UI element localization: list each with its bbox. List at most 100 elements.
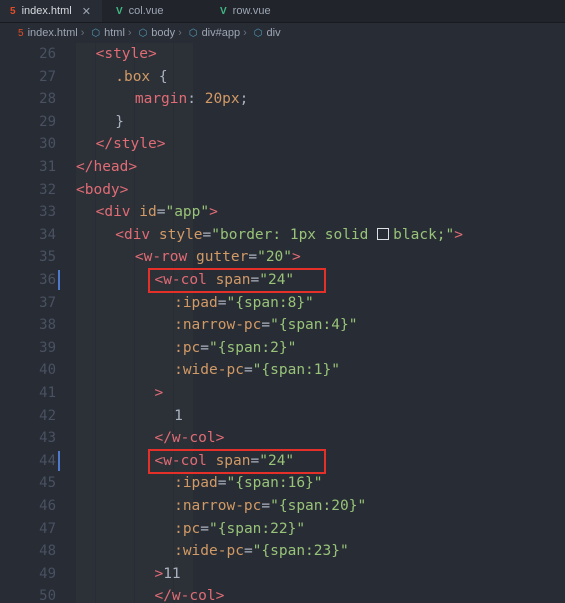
token: "{span:8}" (226, 294, 314, 311)
token: 1 (174, 407, 183, 424)
token: <body> (76, 181, 129, 198)
line-number: 35 (39, 249, 56, 266)
line-number: 45 (39, 475, 56, 492)
tab-row-vue[interactable]: Vrow.vue (210, 0, 310, 22)
chevron-right-icon: › (243, 27, 247, 39)
close-icon[interactable]: ✕ (82, 5, 91, 18)
code-editor[interactable]: 26 <style> 27 .box {28 margin: 20px; 29} 30 </s… (0, 43, 565, 603)
token: "app" (165, 204, 210, 221)
line-number: 32 (39, 181, 56, 198)
code-line[interactable]: 45:ipad="{span:16}" (0, 472, 565, 495)
code-line[interactable]: 26 <style> (0, 43, 565, 66)
code-text: </w-col> (154, 427, 224, 450)
token: :narrow-pc (174, 498, 262, 514)
code-line[interactable]: 42 1 (0, 405, 565, 428)
token: : (187, 91, 205, 108)
code-line[interactable]: 37:ipad="{span:8}" (0, 292, 565, 315)
code-line[interactable]: 50 </w-col> (0, 585, 565, 603)
token: </head> (76, 159, 138, 175)
code-line[interactable]: 46:narrow-pc="{span:20}" (0, 495, 565, 518)
token: :ipad (174, 475, 218, 492)
code-line[interactable]: 40:wide-pc="{span:1}" (0, 359, 565, 382)
token: :wide-pc (174, 362, 244, 379)
code-line[interactable]: 28 margin: 20px; (0, 88, 565, 111)
token: > (292, 249, 301, 266)
token: id (139, 204, 157, 221)
token: 11 (163, 565, 181, 582)
token: > (154, 565, 164, 582)
token: :wide-pc (174, 543, 244, 560)
token: :pc (174, 339, 201, 356)
line-number: 39 (39, 339, 56, 356)
breadcrumb-item[interactable]: ⬡ div#app (185, 27, 240, 39)
code-line[interactable]: 47:pc="{span:22}" (0, 518, 565, 541)
code-text: <w-row gutter="20"> (135, 246, 301, 269)
breadcrumb-item[interactable]: ⬡ body (135, 27, 176, 39)
line-number: 40 (39, 362, 56, 379)
code-line[interactable]: 49 >11 (0, 563, 565, 586)
line-number: 49 (39, 565, 56, 582)
code-line[interactable]: 31 </head> (0, 156, 565, 179)
html5-icon: 5 (10, 5, 16, 17)
code-line[interactable]: 27 .box { (0, 66, 565, 89)
token: margin (134, 91, 188, 108)
element-icon: ⬡ (91, 27, 101, 39)
code-text: </w-col> (154, 585, 224, 603)
chevron-right-icon: › (127, 27, 132, 39)
line-number: 43 (39, 430, 56, 447)
token: :pc (174, 520, 201, 537)
code-text: } (115, 111, 124, 134)
token: 20px (204, 91, 240, 108)
tab-index-html[interactable]: 5 index.html ✕ (0, 0, 102, 22)
annotation-highlight-box (148, 448, 326, 474)
code-line[interactable]: 43 </w-col> (0, 427, 565, 450)
code-text: margin: 20px; (135, 88, 249, 111)
code-text: </head> (76, 156, 137, 179)
token: "20" (257, 249, 293, 266)
line-number: 37 (39, 294, 56, 311)
breadcrumb-item[interactable]: ⬡ div (250, 27, 281, 39)
line-number: 30 (39, 136, 56, 153)
tab-col-vue[interactable]: Vcol.vue (106, 0, 206, 22)
token: "{span:20}" (270, 498, 367, 514)
breadcrumb-item[interactable]: 5 index.html (14, 27, 78, 39)
token: = (243, 543, 253, 560)
chevron-right-icon: › (178, 27, 182, 39)
code-line[interactable]: 32 <body> (0, 179, 565, 202)
breadcrumb-label: body (151, 27, 176, 39)
breadcrumb-item[interactable]: ⬡ html (87, 27, 125, 39)
code-line[interactable]: 34 <div style="border: 1px solid black;"> (0, 224, 565, 247)
token: <w-row (134, 249, 196, 266)
code-text: <style> (96, 43, 157, 66)
element-icon: ⬡ (138, 27, 148, 39)
code-line[interactable]: 33 <div id="app"> (0, 201, 565, 224)
tab-label: row.vue (232, 5, 271, 17)
token: = (202, 226, 212, 243)
line-number: 38 (39, 317, 56, 334)
code-line[interactable]: 48:wide-pc="{span:23}" (0, 540, 565, 563)
vue-icon: V (116, 5, 123, 17)
line-number: 36 (39, 272, 56, 288)
token: "border: 1px solid (211, 226, 378, 243)
line-number: 46 (39, 498, 56, 514)
code-line[interactable]: 35 <w-row gutter="20"> (0, 246, 565, 269)
token: = (248, 249, 258, 266)
code-text: <div id="app"> (96, 201, 218, 224)
code-line[interactable]: 39:pc="{span:2}" (0, 337, 565, 360)
breadcrumb: 5 index.html › ⬡ html › ⬡ body › ⬡ div#app › ⬡ div (0, 23, 565, 43)
code-line[interactable]: 30 </style> (0, 133, 565, 156)
color-swatch-icon[interactable] (377, 227, 390, 240)
token: > (209, 204, 218, 221)
token: <div (95, 204, 140, 221)
token: = (200, 339, 210, 356)
breadcrumb-label: index.html (27, 27, 78, 39)
tab-label: col.vue (128, 5, 164, 17)
code-line[interactable]: 29} (0, 111, 565, 134)
code-text: .box { (115, 66, 167, 89)
token: > (154, 385, 164, 401)
code-line[interactable]: 38:narrow-pc="{span:4}" (0, 314, 565, 337)
line-number: 31 (39, 159, 56, 175)
line-number: 42 (39, 407, 56, 424)
code-text: 1 (174, 405, 183, 428)
code-line[interactable]: 41 > (0, 382, 565, 405)
